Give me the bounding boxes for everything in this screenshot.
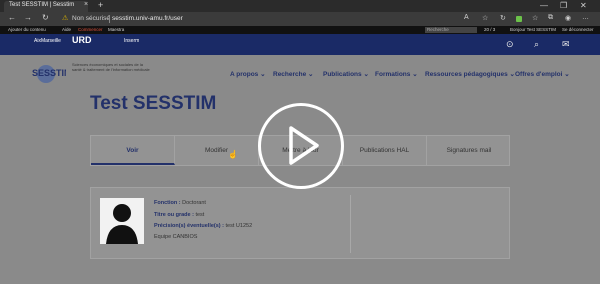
profile-fonction: Fonction : Doctorant <box>154 200 206 206</box>
new-tab-button[interactable]: + <box>98 0 103 10</box>
inserm-logo[interactable]: Inserm <box>124 39 139 44</box>
tab-voir[interactable]: Voir <box>91 136 175 165</box>
profile-titre: Titre ou grade : test <box>154 212 205 218</box>
admin-user[interactable]: Bonjour Test SESSTIM <box>510 27 556 32</box>
cursor-icon: ☝ <box>228 150 238 159</box>
mail-icon[interactable]: ✉ <box>562 39 570 50</box>
play-button[interactable] <box>258 103 344 189</box>
menu-recherche[interactable]: Recherche ⌄ <box>273 70 314 78</box>
profile-precision: Précision(s) éventuelle(s) : test U1252 <box>154 223 253 229</box>
amu-logo[interactable]: AixMarseille <box>34 39 61 44</box>
not-secure-label[interactable]: Non sécurisé <box>72 15 110 22</box>
search-icon[interactable]: ⌕ <box>534 39 539 50</box>
profile-card <box>90 187 510 259</box>
browser-titlebar <box>0 0 600 12</box>
favorites-icon[interactable]: ☆ <box>532 14 538 22</box>
close-window-icon[interactable]: ✕ <box>580 1 587 10</box>
play-icon <box>289 126 319 165</box>
reload-icon[interactable]: ↻ <box>42 13 49 22</box>
browser-tab-title: Test SESSTIM | Sesstim <box>9 2 75 8</box>
sesstim-logo[interactable]: SESSTIM <box>30 60 66 86</box>
page-title: Test SESSTIM <box>90 93 217 114</box>
menu-formations[interactable]: Formations ⌄ <box>375 70 418 78</box>
menu-offres-emploi[interactable]: Offres d'emploi ⌄ <box>515 70 570 78</box>
admin-pager: 20 / 3 <box>484 27 496 32</box>
warning-icon: ⚠ <box>62 15 69 22</box>
extension-icon[interactable] <box>516 16 522 22</box>
admin-start[interactable]: Commencer <box>78 27 103 32</box>
menu-ressources[interactable]: Ressources pédagogiques ⌄ <box>425 70 515 78</box>
close-tab-icon[interactable]: × <box>84 1 88 8</box>
admin-help[interactable]: Aide <box>62 27 71 32</box>
tab-publications-hal[interactable]: Publications HAL <box>343 136 427 165</box>
forward-icon[interactable]: → <box>24 13 32 22</box>
star-icon[interactable]: ☆ <box>482 14 488 22</box>
profile-icon[interactable]: ◉ <box>565 14 571 22</box>
maximize-icon[interactable]: ❐ <box>560 1 567 10</box>
sesstim-logo-text: SESSTIM <box>32 68 66 78</box>
admin-search-input[interactable]: Recherche <box>425 27 477 33</box>
menu-a-propos[interactable]: A propos ⌄ <box>230 70 266 78</box>
minimize-icon[interactable]: — <box>540 1 548 10</box>
back-icon[interactable]: ← <box>8 13 16 22</box>
address-input[interactable]: sesstim.univ-amu.fr/user <box>112 15 183 22</box>
collections-icon[interactable]: ⧉ <box>548 14 553 22</box>
person-icon <box>100 198 144 244</box>
tab-signatures-mail[interactable]: Signatures mail <box>427 136 511 165</box>
profile-equipe: Equipe CANBIOS <box>154 234 198 240</box>
read-aloud-icon[interactable]: A <box>464 14 469 21</box>
tab-modifier[interactable]: Modifier <box>175 136 259 165</box>
address-separator <box>109 15 110 23</box>
card-divider <box>350 195 351 253</box>
user-icon[interactable]: ⊙ <box>506 39 514 50</box>
admin-maestra[interactable]: Maestra <box>108 27 124 32</box>
more-icon[interactable]: … <box>582 14 589 21</box>
admin-add-content[interactable]: Ajouter du contenu <box>8 27 46 32</box>
refresh-extension-icon[interactable]: ↻ <box>500 14 506 22</box>
ird-logo[interactable]: URD <box>72 36 92 45</box>
site-tagline: Sciences économiques et sociales de la s… <box>72 62 150 72</box>
menu-publications[interactable]: Publications ⌄ <box>323 70 369 78</box>
admin-logout[interactable]: Se déconnecter <box>562 27 594 32</box>
